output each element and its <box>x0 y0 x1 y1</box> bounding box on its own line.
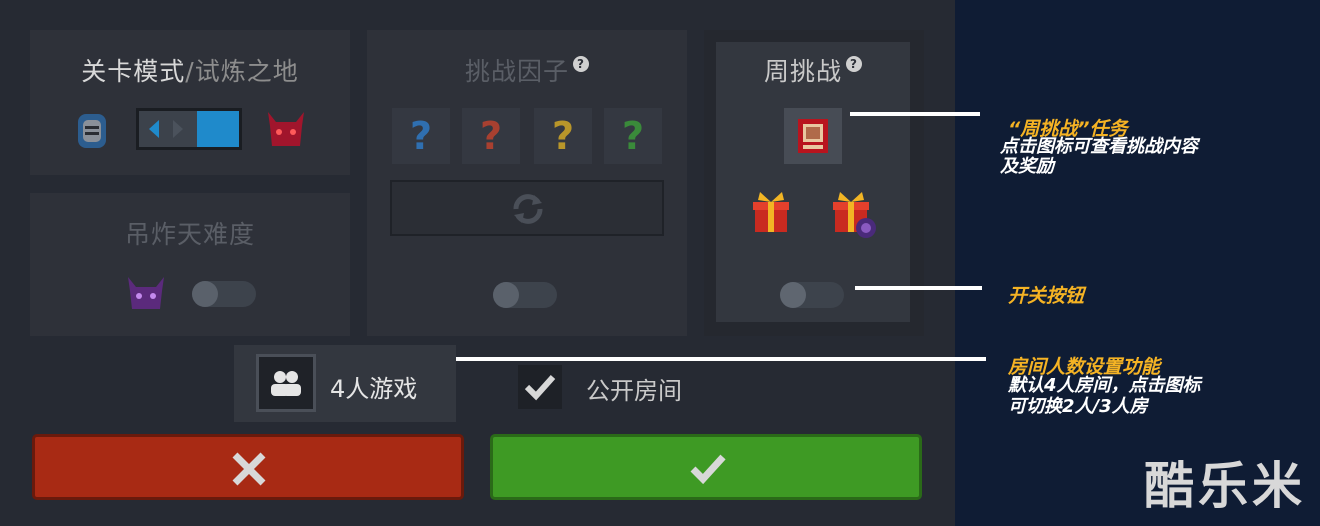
chevron-left-icon <box>149 120 159 138</box>
factor-slot-yellow[interactable]: ? <box>534 108 592 164</box>
weekly-challenge-panel: 周挑战? <box>716 42 910 322</box>
game-screen: 关卡模式/试炼之地 吊炸天难度 挑战因子? ? ? ? ? 周挑战 ? 4人游戏… <box>0 0 955 526</box>
hanging-difficulty-panel: 吊炸天难度 <box>30 193 350 336</box>
toggle-knob <box>192 281 218 307</box>
player-count-button[interactable] <box>256 354 316 412</box>
weekly-task-annotation-line2: 及奖励 <box>1000 156 1054 177</box>
public-room-checkbox[interactable] <box>518 365 562 409</box>
level-mode-title: 关卡模式/试炼之地 <box>81 57 299 86</box>
factor-slot-blue[interactable]: ? <box>392 108 450 164</box>
public-room-label: 公开房间 <box>586 377 682 405</box>
player-count-label: 4人游戏 <box>330 375 418 403</box>
check-icon <box>690 454 726 485</box>
room-annotation-line2: 可切换2人/3人房 <box>1008 396 1148 417</box>
help-icon[interactable]: ? <box>573 56 589 72</box>
factor-slot-green[interactable]: ? <box>604 108 662 164</box>
weekly-challenge-outer: 周挑战? <box>704 30 924 336</box>
help-icon[interactable]: ? <box>846 56 862 72</box>
factor-slot-red[interactable]: ? <box>462 108 520 164</box>
task-card-icon <box>798 119 828 153</box>
challenge-factors-toggle[interactable] <box>493 282 557 308</box>
refresh-icon <box>513 194 543 224</box>
hanging-difficulty-toggle[interactable] <box>192 281 256 307</box>
gift-box-bomb-icon[interactable] <box>832 190 878 240</box>
weekly-task-annotation-line1: 点击图标可查看挑战内容 <box>1000 136 1198 157</box>
toggle-annotation-title: 开关按钮 <box>1008 285 1085 307</box>
refresh-factors-button[interactable] <box>390 180 664 236</box>
slider-handle[interactable] <box>139 111 197 147</box>
weekly-task-pointer-line <box>850 112 980 116</box>
challenge-factors-panel: 挑战因子? ? ? ? ? <box>367 30 687 336</box>
confirm-button[interactable] <box>490 434 922 500</box>
level-mode-panel: 关卡模式/试炼之地 <box>30 30 350 175</box>
player-count-selector: 4人游戏 <box>234 345 456 422</box>
challenge-factors-title: 挑战因子? <box>367 52 687 88</box>
toggle-knob <box>493 282 519 308</box>
level-mode-value: 试炼之地 <box>194 57 299 86</box>
hanging-difficulty-title: 吊炸天难度 <box>124 220 255 249</box>
demon-helmet-icon <box>264 108 308 152</box>
gift-box-icon[interactable] <box>752 190 790 234</box>
weekly-task-button[interactable] <box>784 108 842 164</box>
chevron-right-icon <box>173 120 183 138</box>
toggle-pointer-line <box>855 286 982 290</box>
toggle-knob <box>780 282 806 308</box>
close-icon <box>232 452 266 486</box>
watermark-logo: 酷乐米 <box>1144 457 1306 515</box>
weekly-challenge-toggle[interactable] <box>780 282 844 308</box>
check-icon <box>524 374 556 401</box>
weekly-challenge-title: 周挑战? <box>716 52 910 88</box>
room-annotation-line1: 默认4人房间，点击图标 <box>1008 375 1201 396</box>
level-mode-label: 关卡模式 <box>81 57 186 86</box>
difficulty-slider[interactable] <box>136 108 242 150</box>
players-icon <box>271 371 301 396</box>
knight-helmet-icon <box>74 108 110 152</box>
purple-demon-helmet-icon <box>124 273 168 315</box>
room-pointer-line <box>456 357 986 361</box>
cancel-button[interactable] <box>32 434 464 500</box>
